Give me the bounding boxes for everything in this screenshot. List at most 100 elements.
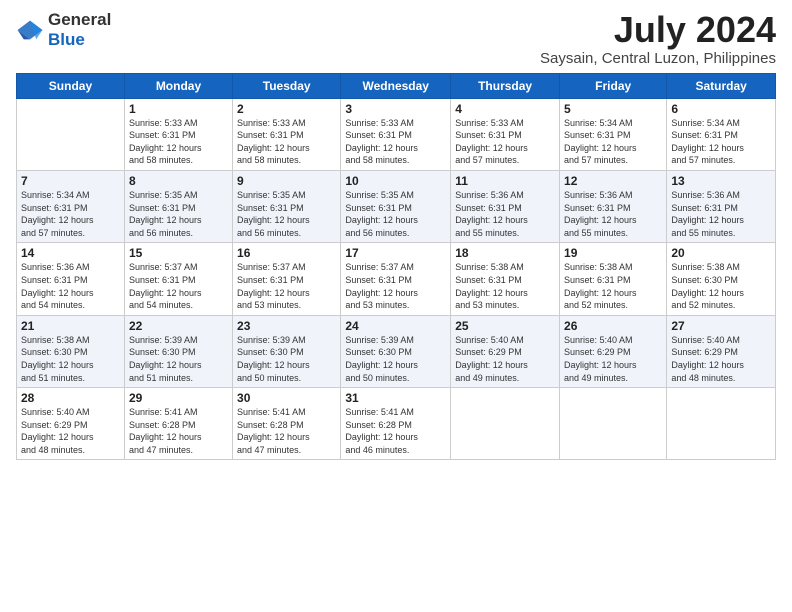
day-info: Sunrise: 5:38 AMSunset: 6:31 PMDaylight:… [564,261,662,311]
logo: General Blue [16,10,111,50]
calendar-day-cell: 9Sunrise: 5:35 AMSunset: 6:31 PMDaylight… [233,170,341,242]
day-number: 23 [237,319,336,333]
day-number: 18 [455,246,555,260]
day-info: Sunrise: 5:37 AMSunset: 6:31 PMDaylight:… [345,261,446,311]
calendar-week-row: 14Sunrise: 5:36 AMSunset: 6:31 PMDayligh… [17,243,776,315]
day-number: 30 [237,391,336,405]
page-container: General Blue July 2024 Saysain, Central … [0,0,792,470]
day-number: 3 [345,102,446,116]
day-info: Sunrise: 5:35 AMSunset: 6:31 PMDaylight:… [129,189,228,239]
day-info: Sunrise: 5:39 AMSunset: 6:30 PMDaylight:… [345,334,446,384]
day-number: 5 [564,102,662,116]
day-number: 14 [21,246,120,260]
weekday-header: Monday [124,73,232,98]
day-info: Sunrise: 5:33 AMSunset: 6:31 PMDaylight:… [237,117,336,167]
day-number: 9 [237,174,336,188]
calendar-day-cell: 29Sunrise: 5:41 AMSunset: 6:28 PMDayligh… [124,388,232,460]
day-number: 17 [345,246,446,260]
calendar-week-row: 1Sunrise: 5:33 AMSunset: 6:31 PMDaylight… [17,98,776,170]
day-info: Sunrise: 5:41 AMSunset: 6:28 PMDaylight:… [345,406,446,456]
day-number: 25 [455,319,555,333]
logo-blue: Blue [48,30,85,49]
calendar-day-cell: 24Sunrise: 5:39 AMSunset: 6:30 PMDayligh… [341,315,451,387]
title-block: July 2024 Saysain, Central Luzon, Philip… [540,10,776,67]
calendar-day-cell [17,98,125,170]
day-info: Sunrise: 5:34 AMSunset: 6:31 PMDaylight:… [21,189,120,239]
month-year: July 2024 [540,10,776,50]
calendar-day-cell: 25Sunrise: 5:40 AMSunset: 6:29 PMDayligh… [451,315,560,387]
calendar-day-cell: 6Sunrise: 5:34 AMSunset: 6:31 PMDaylight… [667,98,776,170]
day-number: 26 [564,319,662,333]
calendar-day-cell: 1Sunrise: 5:33 AMSunset: 6:31 PMDaylight… [124,98,232,170]
calendar-day-cell: 18Sunrise: 5:38 AMSunset: 6:31 PMDayligh… [451,243,560,315]
calendar-day-cell: 26Sunrise: 5:40 AMSunset: 6:29 PMDayligh… [560,315,667,387]
calendar-day-cell: 3Sunrise: 5:33 AMSunset: 6:31 PMDaylight… [341,98,451,170]
day-info: Sunrise: 5:38 AMSunset: 6:31 PMDaylight:… [455,261,555,311]
day-info: Sunrise: 5:38 AMSunset: 6:30 PMDaylight:… [671,261,771,311]
weekday-header: Sunday [17,73,125,98]
day-info: Sunrise: 5:41 AMSunset: 6:28 PMDaylight:… [129,406,228,456]
weekday-header: Saturday [667,73,776,98]
calendar-header-row: SundayMondayTuesdayWednesdayThursdayFrid… [17,73,776,98]
calendar-week-row: 28Sunrise: 5:40 AMSunset: 6:29 PMDayligh… [17,388,776,460]
day-info: Sunrise: 5:36 AMSunset: 6:31 PMDaylight:… [455,189,555,239]
day-info: Sunrise: 5:33 AMSunset: 6:31 PMDaylight:… [455,117,555,167]
day-info: Sunrise: 5:36 AMSunset: 6:31 PMDaylight:… [671,189,771,239]
day-info: Sunrise: 5:34 AMSunset: 6:31 PMDaylight:… [564,117,662,167]
day-number: 19 [564,246,662,260]
calendar-day-cell: 7Sunrise: 5:34 AMSunset: 6:31 PMDaylight… [17,170,125,242]
day-number: 11 [455,174,555,188]
day-number: 7 [21,174,120,188]
day-info: Sunrise: 5:37 AMSunset: 6:31 PMDaylight:… [237,261,336,311]
day-number: 12 [564,174,662,188]
weekday-header: Friday [560,73,667,98]
day-info: Sunrise: 5:39 AMSunset: 6:30 PMDaylight:… [129,334,228,384]
calendar-day-cell: 4Sunrise: 5:33 AMSunset: 6:31 PMDaylight… [451,98,560,170]
calendar-day-cell: 11Sunrise: 5:36 AMSunset: 6:31 PMDayligh… [451,170,560,242]
weekday-header: Wednesday [341,73,451,98]
calendar-day-cell: 8Sunrise: 5:35 AMSunset: 6:31 PMDaylight… [124,170,232,242]
calendar-table: SundayMondayTuesdayWednesdayThursdayFrid… [16,73,776,461]
day-info: Sunrise: 5:40 AMSunset: 6:29 PMDaylight:… [564,334,662,384]
day-info: Sunrise: 5:33 AMSunset: 6:31 PMDaylight:… [345,117,446,167]
calendar-day-cell: 12Sunrise: 5:36 AMSunset: 6:31 PMDayligh… [560,170,667,242]
calendar-day-cell: 15Sunrise: 5:37 AMSunset: 6:31 PMDayligh… [124,243,232,315]
day-info: Sunrise: 5:33 AMSunset: 6:31 PMDaylight:… [129,117,228,167]
day-number: 27 [671,319,771,333]
calendar-day-cell: 21Sunrise: 5:38 AMSunset: 6:30 PMDayligh… [17,315,125,387]
weekday-header: Thursday [451,73,560,98]
calendar-day-cell: 13Sunrise: 5:36 AMSunset: 6:31 PMDayligh… [667,170,776,242]
calendar-week-row: 21Sunrise: 5:38 AMSunset: 6:30 PMDayligh… [17,315,776,387]
logo-text: General Blue [48,10,111,50]
day-info: Sunrise: 5:39 AMSunset: 6:30 PMDaylight:… [237,334,336,384]
day-info: Sunrise: 5:35 AMSunset: 6:31 PMDaylight:… [345,189,446,239]
day-info: Sunrise: 5:36 AMSunset: 6:31 PMDaylight:… [564,189,662,239]
location: Saysain, Central Luzon, Philippines [540,50,776,67]
logo-general: General [48,10,111,29]
day-number: 31 [345,391,446,405]
calendar-day-cell: 17Sunrise: 5:37 AMSunset: 6:31 PMDayligh… [341,243,451,315]
weekday-header: Tuesday [233,73,341,98]
calendar-week-row: 7Sunrise: 5:34 AMSunset: 6:31 PMDaylight… [17,170,776,242]
day-number: 15 [129,246,228,260]
day-number: 29 [129,391,228,405]
day-number: 4 [455,102,555,116]
day-info: Sunrise: 5:35 AMSunset: 6:31 PMDaylight:… [237,189,336,239]
calendar-day-cell: 10Sunrise: 5:35 AMSunset: 6:31 PMDayligh… [341,170,451,242]
day-info: Sunrise: 5:37 AMSunset: 6:31 PMDaylight:… [129,261,228,311]
day-number: 1 [129,102,228,116]
calendar-day-cell: 2Sunrise: 5:33 AMSunset: 6:31 PMDaylight… [233,98,341,170]
calendar-day-cell: 31Sunrise: 5:41 AMSunset: 6:28 PMDayligh… [341,388,451,460]
calendar-day-cell: 20Sunrise: 5:38 AMSunset: 6:30 PMDayligh… [667,243,776,315]
day-info: Sunrise: 5:40 AMSunset: 6:29 PMDaylight:… [671,334,771,384]
day-number: 8 [129,174,228,188]
calendar-day-cell: 19Sunrise: 5:38 AMSunset: 6:31 PMDayligh… [560,243,667,315]
day-number: 28 [21,391,120,405]
calendar-day-cell [667,388,776,460]
calendar-day-cell: 23Sunrise: 5:39 AMSunset: 6:30 PMDayligh… [233,315,341,387]
day-info: Sunrise: 5:38 AMSunset: 6:30 PMDaylight:… [21,334,120,384]
day-info: Sunrise: 5:40 AMSunset: 6:29 PMDaylight:… [21,406,120,456]
day-number: 2 [237,102,336,116]
day-info: Sunrise: 5:41 AMSunset: 6:28 PMDaylight:… [237,406,336,456]
calendar-day-cell: 16Sunrise: 5:37 AMSunset: 6:31 PMDayligh… [233,243,341,315]
